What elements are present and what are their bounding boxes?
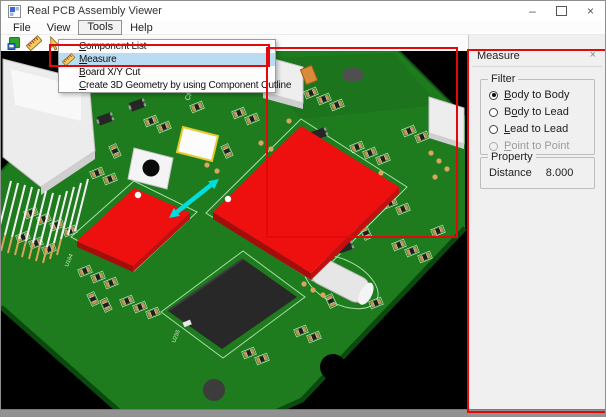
measure-panel-title: Measure — [477, 50, 520, 62]
menu-item-board-xy-cut[interactable]: Board X/Y Cut — [59, 66, 275, 79]
distance-value: 8.000 — [546, 167, 574, 179]
measure-tool-button[interactable] — [26, 35, 42, 51]
board-hole-bottom — [203, 379, 225, 401]
menu-item-measure[interactable]: Measure — [59, 53, 275, 66]
window-bottom-edge — [1, 409, 605, 416]
maximize-icon — [556, 6, 567, 16]
menu-help[interactable]: Help — [122, 21, 161, 35]
board-notch — [320, 354, 346, 380]
radio-label: Body to Lead — [504, 106, 569, 118]
radio-body-to-body[interactable]: Body to Body — [481, 87, 594, 103]
window-controls: – × — [518, 1, 605, 21]
measure-anchor-dot — [225, 196, 231, 202]
radio-label: Lead to Lead — [504, 123, 568, 135]
menu-file[interactable]: File — [5, 21, 39, 35]
menu-view[interactable]: View — [39, 21, 79, 35]
measure-panel: Measure × Filter Body to Body Body to Le… — [468, 35, 605, 411]
filter-group: Filter Body to Body Body to Lead Lead to… — [480, 79, 595, 155]
radio-label: Body to Body — [504, 89, 569, 101]
measure-anchor-dot — [135, 192, 141, 198]
close-button[interactable]: × — [576, 1, 605, 21]
tools-menu-popup: Component List Measure Board X/Y Cut Cre… — [58, 39, 276, 93]
radio-icon — [489, 91, 498, 100]
menu-tools[interactable]: Tools — [78, 20, 122, 35]
property-group: Property Distance 8.000 — [480, 157, 595, 189]
filter-group-label: Filter — [488, 73, 518, 85]
panel-separator — [472, 66, 602, 67]
title-bar: Real PCB Assembly Viewer – × — [1, 1, 605, 22]
radio-icon — [489, 125, 498, 134]
import-model-icon — [7, 36, 22, 51]
radio-body-to-lead[interactable]: Body to Lead — [481, 104, 594, 120]
menu-item-component-list[interactable]: Component List — [59, 40, 275, 53]
board-hole-top — [342, 68, 364, 82]
radio-icon — [489, 108, 498, 117]
property-group-label: Property — [488, 151, 536, 163]
maximize-button[interactable] — [547, 1, 576, 21]
minimize-button[interactable]: – — [518, 1, 547, 21]
menu-bar: File View Tools Help — [1, 21, 605, 35]
radio-lead-to-lead[interactable]: Lead to Lead — [481, 121, 594, 137]
radio-icon — [489, 142, 498, 151]
pcb-scene: CN2 U164 U255 — [1, 51, 468, 411]
pcb-3d-viewport[interactable]: CN2 U164 U255 — [1, 51, 468, 411]
import-model-button[interactable] — [6, 35, 22, 51]
panel-close-icon[interactable]: × — [590, 49, 596, 61]
distance-label: Distance — [489, 167, 532, 179]
measure-icon — [26, 35, 42, 51]
menu-item-create-3d-geometry[interactable]: Create 3D Geometry by using Component Ou… — [59, 79, 275, 92]
app-window: Real PCB Assembly Viewer – × File View T… — [0, 0, 606, 417]
measure-icon — [61, 53, 76, 66]
app-icon — [8, 5, 21, 18]
window-title: Real PCB Assembly Viewer — [27, 5, 162, 17]
